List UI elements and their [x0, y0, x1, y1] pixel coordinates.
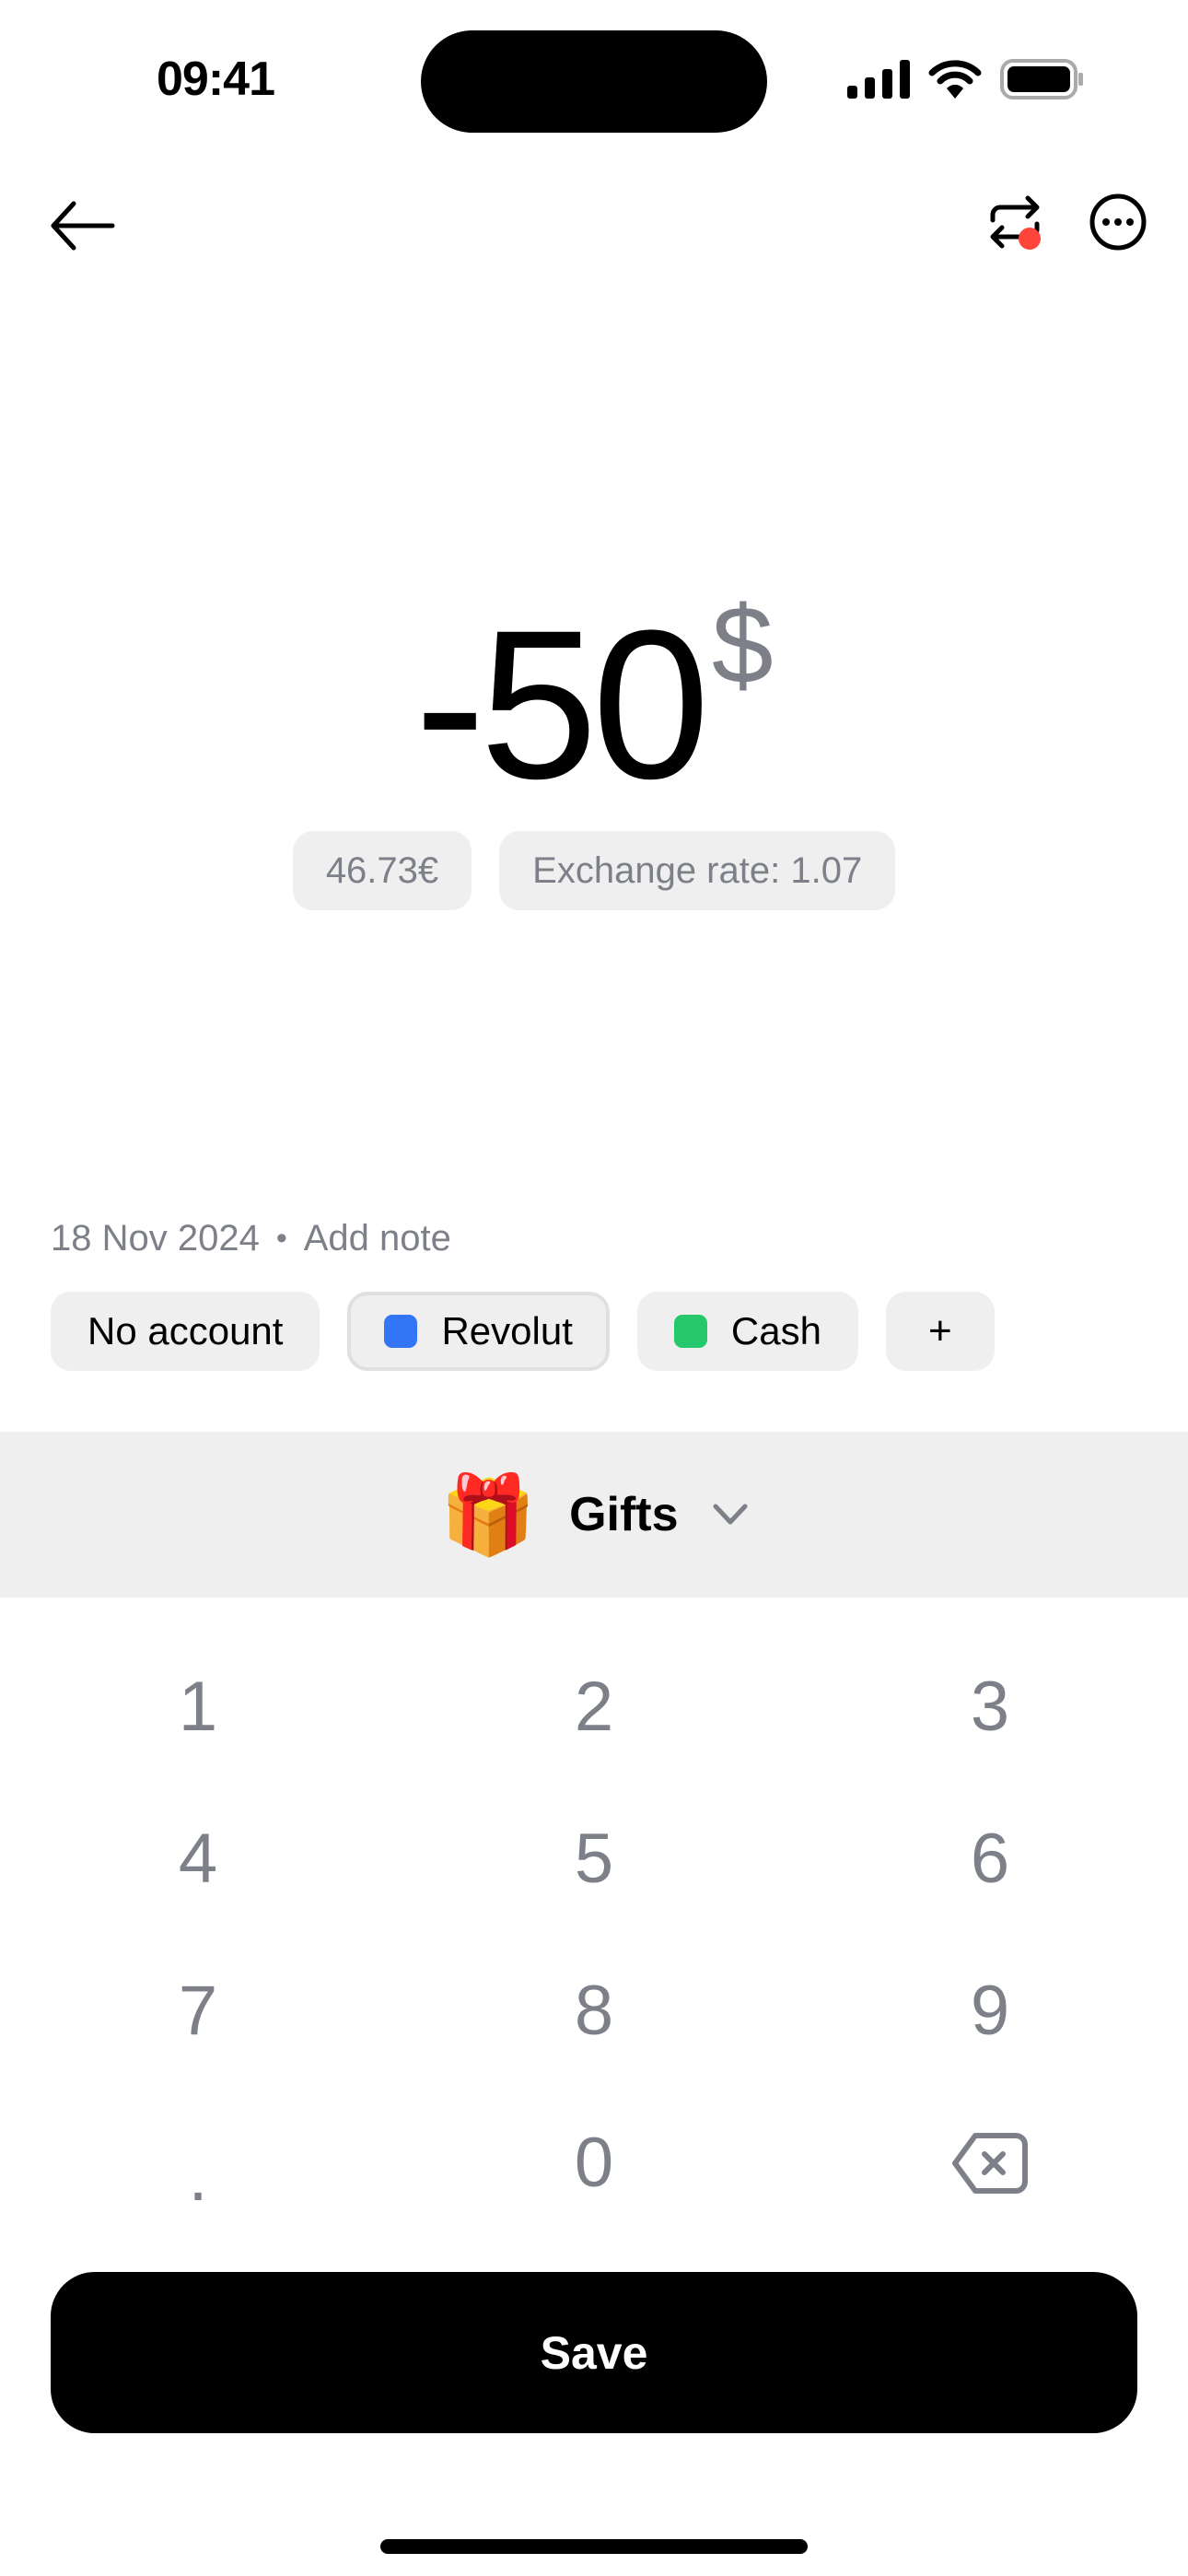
- ellipsis-circle-icon: [1089, 193, 1147, 251]
- more-button[interactable]: [1085, 189, 1151, 255]
- account-chip-cash[interactable]: Cash: [636, 1292, 858, 1371]
- wifi-icon: [928, 60, 982, 99]
- key-5[interactable]: 5: [396, 1783, 792, 1935]
- key-decimal[interactable]: .: [0, 2087, 396, 2239]
- plus-icon: +: [927, 1308, 952, 1353]
- amount-display: -50 $: [0, 586, 1188, 823]
- account-label: No account: [87, 1309, 284, 1352]
- converted-amount-pill[interactable]: 46.73€: [292, 831, 472, 910]
- back-button[interactable]: [46, 193, 120, 258]
- currency-symbol[interactable]: $: [712, 590, 774, 700]
- date-button[interactable]: 18 Nov 2024: [51, 1218, 260, 1259]
- amount-value: -50: [414, 586, 709, 823]
- separator: •: [275, 1221, 287, 1256]
- chevron-down-icon: [713, 1504, 748, 1525]
- key-3[interactable]: 3: [792, 1631, 1188, 1783]
- numeric-keypad: 1 2 3 4 5 6 7 8 9 . 0: [0, 1631, 1188, 2239]
- recurring-button[interactable]: [982, 189, 1048, 255]
- key-6[interactable]: 6: [792, 1783, 1188, 1935]
- battery-icon: [1000, 59, 1083, 100]
- key-9[interactable]: 9: [792, 1935, 1188, 2087]
- account-chip-no-account[interactable]: No account: [51, 1292, 320, 1371]
- account-color-dot: [384, 1315, 418, 1348]
- account-label: Cash: [730, 1309, 821, 1352]
- gift-icon: 🎁: [439, 1471, 537, 1558]
- category-label: Gifts: [569, 1488, 679, 1541]
- cellular-signal-icon: [847, 60, 910, 99]
- account-selector: No account Revolut Cash +: [51, 1292, 995, 1371]
- add-account-button[interactable]: +: [885, 1292, 995, 1371]
- category-selector[interactable]: 🎁 Gifts: [0, 1432, 1188, 1598]
- exchange-rate-pill[interactable]: Exchange rate: 1.07: [499, 831, 896, 910]
- status-bar: 09:41: [0, 0, 1188, 157]
- backspace-icon: [952, 2132, 1028, 2194]
- status-time: 09:41: [157, 53, 275, 106]
- account-color-dot: [673, 1315, 707, 1348]
- notification-dot: [1019, 228, 1041, 250]
- arrow-left-icon: [51, 201, 115, 251]
- home-indicator: [380, 2539, 808, 2554]
- meta-line: 18 Nov 2024 • Add note: [51, 1218, 451, 1259]
- dynamic-island: [421, 30, 767, 133]
- status-icons: [847, 59, 1085, 100]
- key-8[interactable]: 8: [396, 1935, 792, 2087]
- add-note-button[interactable]: Add note: [304, 1218, 451, 1259]
- conversion-row: 46.73€ Exchange rate: 1.07: [0, 831, 1188, 910]
- account-label: Revolut: [441, 1309, 573, 1352]
- key-4[interactable]: 4: [0, 1783, 396, 1935]
- key-backspace[interactable]: [792, 2087, 1188, 2239]
- nav-actions: [982, 189, 1151, 255]
- key-1[interactable]: 1: [0, 1631, 396, 1783]
- account-chip-revolut[interactable]: Revolut: [347, 1292, 610, 1371]
- save-button[interactable]: Save: [51, 2272, 1137, 2433]
- key-2[interactable]: 2: [396, 1631, 792, 1783]
- key-7[interactable]: 7: [0, 1935, 396, 2087]
- key-0[interactable]: 0: [396, 2087, 792, 2239]
